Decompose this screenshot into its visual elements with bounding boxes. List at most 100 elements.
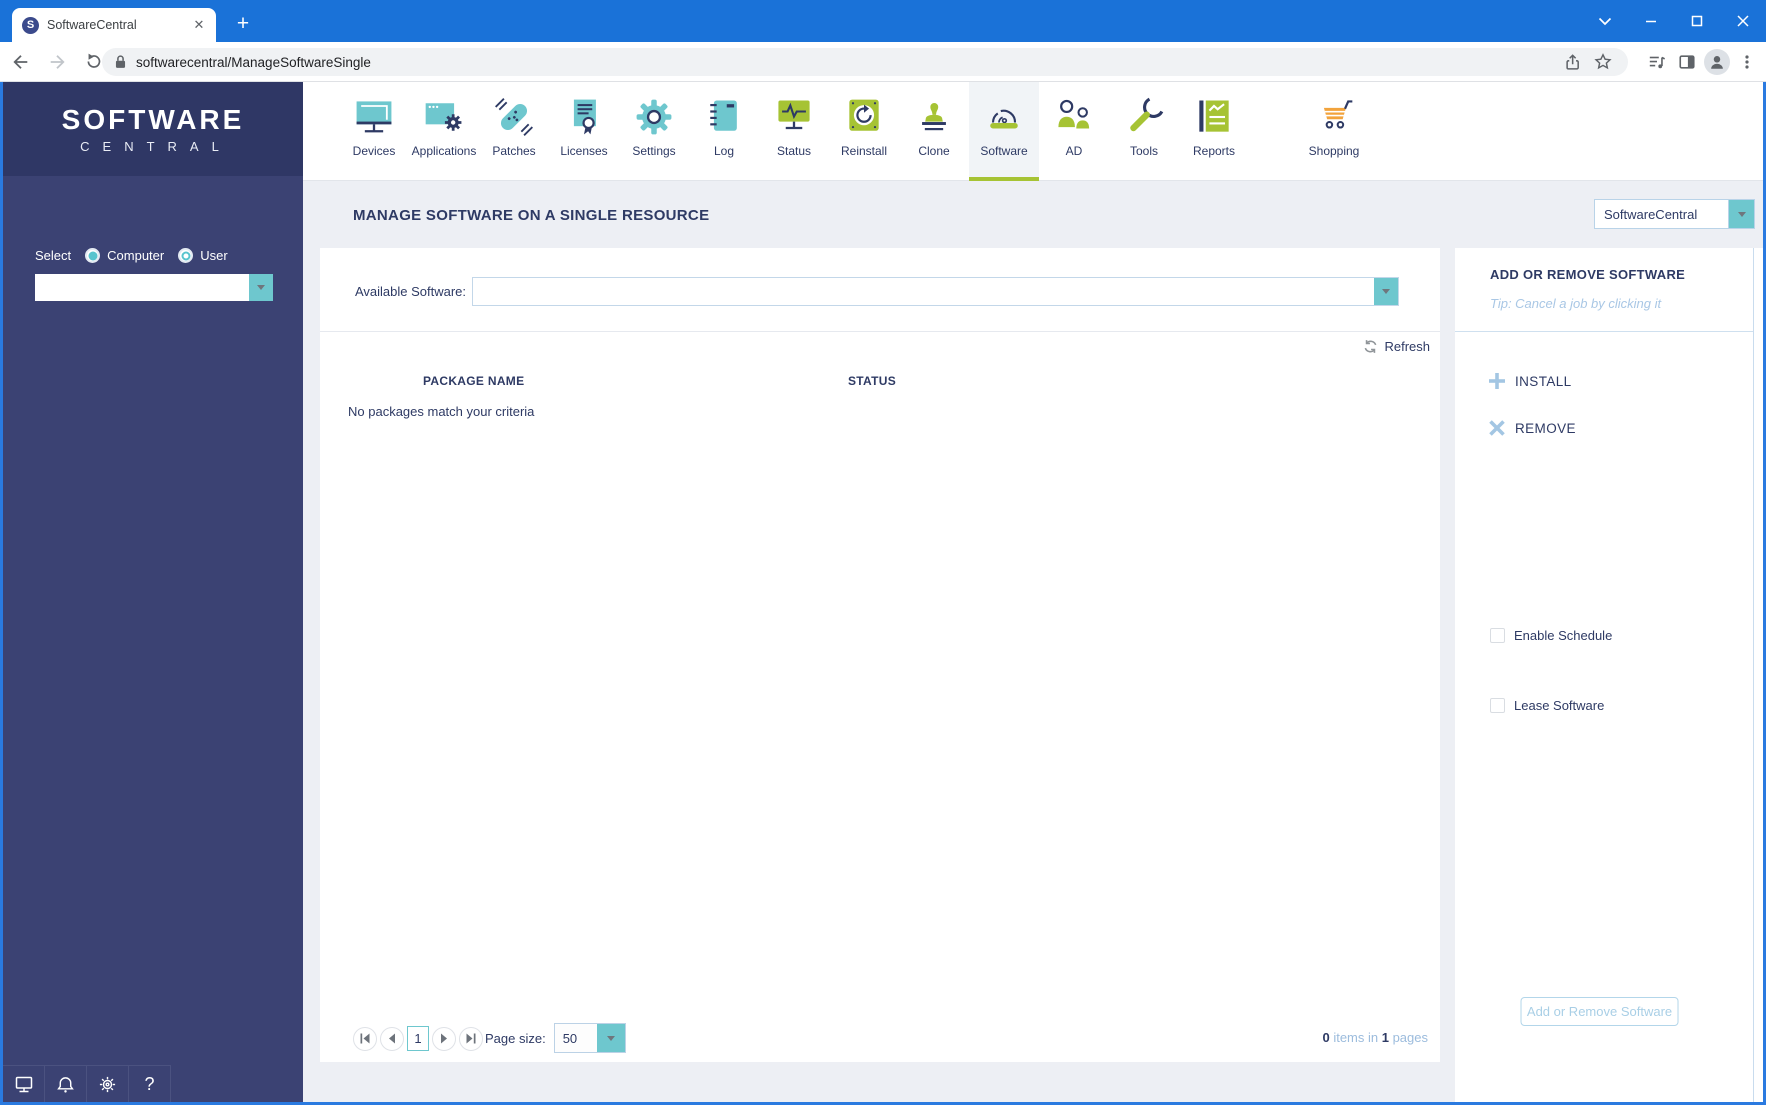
divider xyxy=(1455,331,1754,332)
remove-action[interactable]: REMOVE xyxy=(1488,419,1576,437)
add-or-remove-software-button[interactable]: Add or Remove Software xyxy=(1520,997,1679,1026)
previous-page-button[interactable] xyxy=(380,1026,404,1051)
radio-user-label[interactable]: User xyxy=(200,248,227,263)
caret-down-icon xyxy=(1382,289,1390,294)
applications-icon xyxy=(425,103,462,131)
nav-item-applications[interactable]: Applications xyxy=(409,82,479,181)
available-software-dropdown-button[interactable] xyxy=(1374,278,1398,305)
nav-label: Software xyxy=(980,144,1028,158)
resource-input[interactable] xyxy=(35,274,249,301)
bookmark-star-icon[interactable] xyxy=(1588,48,1618,76)
context-dropdown-value: SoftwareCentral xyxy=(1604,206,1698,222)
nav-item-status[interactable]: Status xyxy=(759,82,829,181)
enable-schedule-option: Enable Schedule xyxy=(1490,628,1612,643)
url-text[interactable]: softwarecentral/ManageSoftwareSingle xyxy=(136,55,1558,70)
browser-tab[interactable]: S SoftwareCentral ✕ xyxy=(12,8,216,42)
last-page-button[interactable] xyxy=(459,1026,483,1051)
add-remove-panel: ADD OR REMOVE SOFTWARE Tip: Cancel a job… xyxy=(1455,248,1763,1102)
logo-line1: SOFTWARE xyxy=(61,104,245,135)
nav-item-tools[interactable]: Tools xyxy=(1109,82,1179,181)
page-size-dropdown-button[interactable] xyxy=(596,1024,625,1052)
app-frame: SOFTWARE CENTRAL Select Computer User ? … xyxy=(0,82,1766,1105)
nav-item-log[interactable]: Log xyxy=(689,82,759,181)
softwarecentral-favicon-icon: S xyxy=(22,16,39,34)
available-software-input[interactable] xyxy=(473,278,1374,305)
page-size-value: 50 xyxy=(554,1024,597,1052)
tab-search-chevron-icon[interactable] xyxy=(1582,0,1628,42)
radio-computer-label[interactable]: Computer xyxy=(107,248,164,263)
nav-item-patches[interactable]: Patches xyxy=(479,82,549,181)
patches-icon xyxy=(495,98,533,136)
remote-desktop-icon[interactable] xyxy=(3,1065,45,1102)
browser-window: S SoftwareCentral ✕ + softwarecentral/Ma… xyxy=(0,0,1766,1105)
media-controls-icon[interactable] xyxy=(1642,48,1672,76)
nav-item-ad[interactable]: AD xyxy=(1039,82,1109,181)
page-size-label: Page size: xyxy=(485,1030,546,1046)
nav-label: Tools xyxy=(1129,144,1158,158)
radio-computer[interactable] xyxy=(85,248,101,263)
current-page-input[interactable] xyxy=(407,1026,429,1051)
page-size-control: Page size: 50 xyxy=(485,1023,626,1053)
panel-tip: Tip: Cancel a job by clicking it xyxy=(1490,296,1662,311)
page-size-dropdown[interactable]: 50 xyxy=(553,1023,626,1053)
tools-icon xyxy=(1130,97,1164,132)
resource-combobox xyxy=(35,274,273,301)
resource-type-selector: Select Computer User xyxy=(35,248,228,263)
refresh-button[interactable]: Refresh xyxy=(1363,339,1430,354)
lease-software-checkbox[interactable] xyxy=(1490,698,1505,713)
x-icon xyxy=(1489,420,1505,436)
softwarecentral-logo: SOFTWARE CENTRAL xyxy=(3,82,303,176)
reports-icon xyxy=(1199,100,1229,132)
next-page-button[interactable] xyxy=(432,1026,456,1051)
nav-item-settings[interactable]: Settings xyxy=(619,82,689,181)
resource-dropdown-button[interactable] xyxy=(249,274,273,301)
back-icon[interactable] xyxy=(6,47,36,77)
summary-count: 0 xyxy=(1322,1030,1330,1045)
nav-label: Settings xyxy=(632,144,676,158)
summary-pages: 1 xyxy=(1381,1030,1389,1045)
enable-schedule-checkbox[interactable] xyxy=(1490,628,1505,643)
lock-icon[interactable] xyxy=(114,54,127,70)
radio-user[interactable] xyxy=(178,248,194,263)
first-page-button[interactable] xyxy=(353,1026,377,1051)
enable-schedule-label[interactable]: Enable Schedule xyxy=(1514,628,1612,643)
available-software-combobox xyxy=(472,277,1399,306)
nav-item-software[interactable]: Software xyxy=(969,82,1039,181)
context-dropdown[interactable]: SoftwareCentral xyxy=(1594,199,1755,229)
tab-close-icon[interactable]: ✕ xyxy=(190,16,208,34)
available-software-label: Available Software: xyxy=(354,284,466,299)
share-icon[interactable] xyxy=(1558,48,1588,76)
panel-title: ADD OR REMOVE SOFTWARE xyxy=(1490,267,1686,282)
address-bar[interactable]: softwarecentral/ManageSoftwareSingle xyxy=(102,48,1628,76)
help-icon[interactable]: ? xyxy=(129,1065,171,1102)
lease-software-option: Lease Software xyxy=(1490,698,1604,713)
new-tab-button[interactable]: + xyxy=(228,9,258,39)
software-icon xyxy=(990,109,1018,129)
nav-item-shopping[interactable]: Shopping xyxy=(1299,82,1369,181)
software-list-card: Available Software: Refresh PACKAGE NAME… xyxy=(320,248,1440,1062)
nav-item-reports[interactable]: Reports xyxy=(1179,82,1249,181)
nav-label: Reinstall xyxy=(840,144,888,158)
notifications-bell-icon[interactable] xyxy=(45,1065,87,1102)
profile-avatar[interactable] xyxy=(1704,49,1730,75)
nav-item-licenses[interactable]: Licenses xyxy=(549,82,619,181)
context-dropdown-button[interactable] xyxy=(1728,200,1754,228)
caret-down-icon xyxy=(257,285,265,290)
close-button[interactable] xyxy=(1720,0,1766,42)
tab-title: SoftwareCentral xyxy=(47,18,137,32)
maximize-button[interactable] xyxy=(1674,0,1720,42)
lease-software-label[interactable]: Lease Software xyxy=(1514,698,1604,713)
nav-item-clone[interactable]: Clone xyxy=(899,82,969,181)
nav-label: Patches xyxy=(492,144,536,158)
page-title: MANAGE SOFTWARE ON A SINGLE RESOURCE xyxy=(353,207,710,224)
nav-item-reinstall[interactable]: Reinstall xyxy=(829,82,899,181)
settings-gear-icon[interactable] xyxy=(87,1065,129,1102)
nav-item-devices[interactable]: Devices xyxy=(339,82,409,181)
side-panel-icon[interactable] xyxy=(1672,48,1702,76)
install-action[interactable]: INSTALL xyxy=(1488,372,1572,390)
nav-label: Clone xyxy=(918,144,950,158)
menu-kebab-icon[interactable] xyxy=(1732,48,1762,76)
forward-icon[interactable] xyxy=(42,47,72,77)
minimize-button[interactable] xyxy=(1628,0,1674,42)
